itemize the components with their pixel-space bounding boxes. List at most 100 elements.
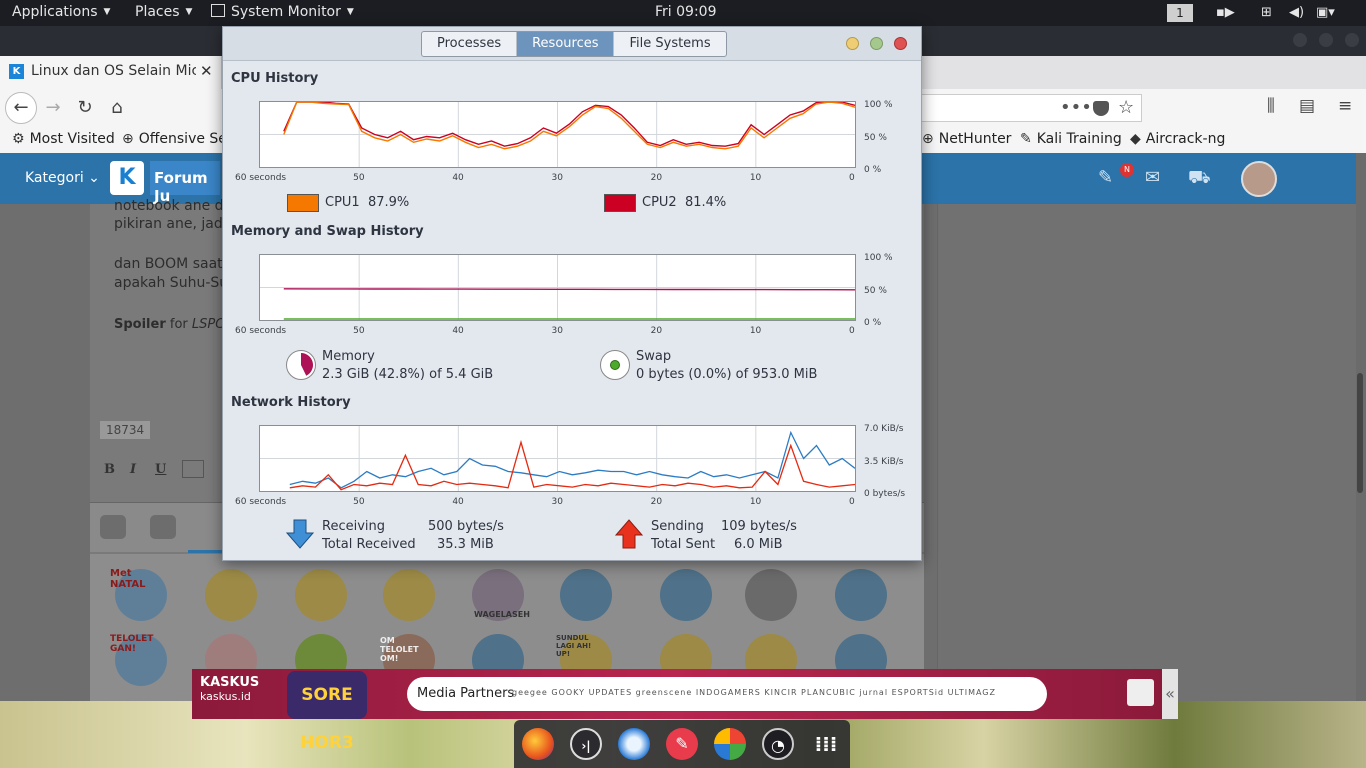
hamburger-menu-icon[interactable]: ≡ [1338,96,1352,116]
page-scrollbar-thumb[interactable] [1357,373,1363,493]
qr-code-icon [1127,679,1154,706]
system-monitor-dock-icon[interactable]: ◔ [762,728,794,760]
finder-icon[interactable] [618,728,650,760]
cpu1-color-swatch[interactable] [287,194,319,212]
emoji-label: SUNDUL LAGI AH! UP! [556,634,592,658]
window-close-icon[interactable] [1345,33,1359,47]
tab-processes[interactable]: Processes [422,32,518,56]
x-tick-label: 0 [849,173,855,183]
italic-button[interactable]: I [130,462,136,477]
minimize-button[interactable] [846,37,859,50]
x-tick-label: 60 seconds [235,173,287,183]
kategori-menu[interactable]: Kategori ⌄ [25,170,100,186]
clock[interactable]: Fri 09:09 [655,4,716,20]
swap-usage-pie[interactable] [600,350,630,380]
align-left-button[interactable] [182,460,204,478]
system-monitor-header: Processes Resources File Systems [223,27,921,61]
kaskus-logo[interactable]: K [110,161,144,195]
emoji-sticker[interactable] [835,569,887,621]
x-tick-label: 40 [452,497,464,507]
applications-menu[interactable]: Applications ▼ [12,4,110,20]
workspace-indicator[interactable]: 1 [1167,4,1193,22]
y-tick-label: 7.0 KiB/s [864,424,904,434]
tab-file-systems[interactable]: File Systems [614,32,725,56]
collapse-banner-button[interactable]: « [1162,669,1178,719]
send-history-line [289,439,855,491]
spoiler-line[interactable]: Spoiler for LSPCI: [114,317,233,332]
cpu-graph-svg [260,102,855,167]
memory-pie-icon [301,353,313,376]
emoji-category-icon[interactable] [150,515,176,539]
bookmark-kali-training[interactable]: ✎ Kali Training [1020,131,1122,147]
memory-legend: Memory 2.3 GiB (42.8%) of 5.4 GiB [322,349,494,382]
back-button[interactable]: ← [5,92,37,124]
emoji-label: WAGELASEH [474,610,530,619]
forward-button[interactable]: → [38,94,68,122]
page-actions-icon[interactable]: ••• [1060,97,1092,118]
bookmark-offensive-security[interactable]: ⊕ Offensive Se [122,131,222,147]
bookmark-nethunter[interactable]: ⊕ NetHunter [922,131,1011,147]
maximize-button[interactable] [870,37,883,50]
emoji-sticker[interactable] [383,569,435,621]
sidebar-icon[interactable]: ▤ [1299,96,1315,116]
kaskus-ad-banner[interactable]: KASKUS kaskus.id SORE HOR3 Media Partners… [192,669,1162,753]
cpu2-color-swatch[interactable] [604,194,636,212]
video-icon[interactable]: ▪▶ [1216,5,1235,20]
avatar[interactable] [1241,161,1277,197]
mail-icon[interactable]: ✉ [1145,167,1160,188]
swap-pie-dot [610,360,620,370]
emoji-sticker[interactable] [560,569,612,621]
close-button[interactable] [894,37,907,50]
x-tick-label: 10 [749,326,762,336]
emoji-sticker[interactable] [205,569,257,621]
tab-resources[interactable]: Resources [517,32,615,56]
network-icon[interactable]: ⊞ [1261,5,1272,20]
firefox-icon[interactable] [522,728,554,760]
bookmark-star-icon[interactable]: ☆ [1118,97,1134,118]
text-editor-icon[interactable]: ✎ [666,728,698,760]
memory-history-line [283,288,855,291]
home-button[interactable]: ⌂ [102,94,132,122]
volume-icon[interactable]: ◀) [1289,5,1304,20]
close-tab-icon[interactable]: ✕ [200,62,213,80]
browser-tab[interactable]: K Linux dan OS Selain Micro ✕ [0,56,222,89]
memory-usage-pie[interactable] [286,350,316,380]
y-tick-label: 0 % [864,165,882,175]
url-bar[interactable]: ••• ☆ [920,94,1142,122]
system-monitor-menu[interactable]: System Monitor ▼ [211,4,354,20]
forum-tab[interactable]: Forum Ju [150,161,220,205]
emoji-sticker[interactable] [745,569,797,621]
network-graph-svg [260,426,855,491]
top-panel: Applications ▼ Places ▼ System Monitor ▼ Fr… [0,0,1366,26]
globe-icon: ⊕ [122,131,134,147]
memory-history-graph [259,254,856,321]
underline-button[interactable]: U [155,462,166,477]
emoji-sticker[interactable] [295,569,347,621]
library-icon[interactable]: ⫼ [1267,96,1275,116]
cart-icon[interactable]: ⛟ [1188,167,1211,191]
window-min-icon[interactable] [1293,33,1307,47]
y-tick-label: 0 % [864,318,882,328]
bookmark-most-visited[interactable]: ⚙ Most Visited [12,131,115,147]
x-tick-label: 40 [452,326,464,336]
pocket-icon[interactable] [1093,101,1109,116]
kali-icon: ✎ [1020,131,1032,147]
terminal-icon[interactable]: ›| [570,728,602,760]
bookmark-aircrack[interactable]: ◆ Aircrack-ng [1130,131,1225,147]
app-grid-icon[interactable]: ⁞⁞⁞ [810,728,842,760]
emoji-category-icon[interactable] [100,515,126,539]
x-tick-label: 60 seconds [235,326,287,336]
places-menu[interactable]: Places ▼ [135,4,192,20]
pencil-icon[interactable]: ✎ [1098,167,1113,188]
x-tick-label: 50 [353,173,365,183]
window-max-icon[interactable] [1319,33,1333,47]
receiving-arrow-icon [286,519,314,549]
aircrack-icon: ◆ [1130,131,1141,147]
gear-icon: ⚙ [12,131,25,147]
bold-button[interactable]: B [104,462,115,477]
windows-app-icon[interactable] [714,728,746,760]
power-icon[interactable]: ▣▾ [1316,5,1335,20]
emoji-sticker[interactable] [660,569,712,621]
reload-button[interactable]: ↻ [70,94,100,122]
emoji-category-active[interactable] [188,503,224,553]
